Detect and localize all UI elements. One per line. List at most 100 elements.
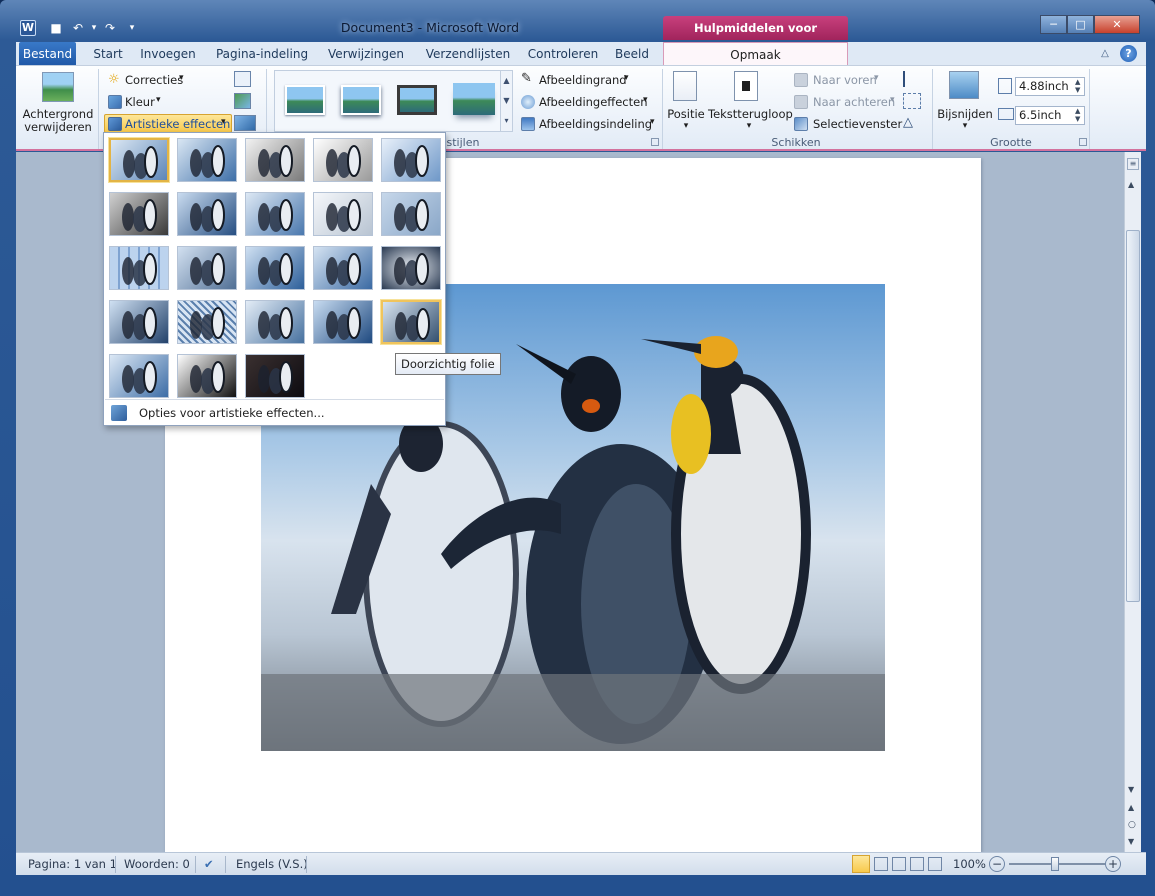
save-icon[interactable]: ■ (48, 20, 64, 36)
minimize-button[interactable]: ─ (1040, 15, 1067, 34)
chevron-down-icon[interactable]: ▼ (501, 91, 512, 111)
scroll-up-icon[interactable]: ▲ (1128, 180, 1134, 189)
vertical-scrollbar[interactable]: ≡ ▲ ▼ ▲ ○ ▼ (1124, 152, 1141, 852)
help-icon[interactable]: ? (1120, 45, 1137, 62)
previous-page-icon[interactable]: ▲ (1128, 803, 1134, 812)
artistic-effect-thumb[interactable] (109, 300, 169, 344)
picture-style-thumb[interactable] (285, 85, 325, 115)
web-layout-view-icon[interactable] (892, 857, 906, 871)
artistic-effect-thumb[interactable] (381, 246, 441, 290)
group-icon[interactable] (903, 93, 921, 109)
zoom-out-button[interactable]: − (989, 856, 1005, 872)
artistic-effect-thumb[interactable] (109, 192, 169, 236)
color-button[interactable]: Kleur ▾ (106, 93, 181, 111)
zoom-in-button[interactable]: + (1105, 856, 1121, 872)
text-wrap-button[interactable]: Tekstterugloop ▾ (708, 69, 793, 133)
tab-beeld[interactable]: Beeld (612, 42, 652, 66)
customize-qat-icon[interactable]: ▾ (124, 20, 140, 36)
next-page-icon[interactable]: ▼ (1128, 837, 1134, 846)
position-icon (673, 71, 697, 101)
tab-verzendlijsten[interactable]: Verzendlijsten (420, 42, 516, 66)
artistic-effects-options[interactable]: Opties voor artistieke effecten... (105, 402, 444, 424)
scroll-down-icon[interactable]: ▼ (1128, 785, 1134, 794)
send-backward-button[interactable]: Naar achteren ▾ (794, 93, 919, 111)
corrections-button[interactable]: ☼ Correcties ▾ (106, 71, 201, 89)
artistic-effect-thumb[interactable] (109, 246, 169, 290)
artistic-effect-thumb[interactable] (245, 354, 305, 398)
more-icon[interactable]: ▾ (501, 111, 512, 131)
maximize-button[interactable]: □ (1067, 15, 1094, 34)
artistic-effect-thumb[interactable] (381, 138, 441, 182)
undo-icon[interactable]: ↶ (70, 20, 86, 36)
print-layout-view-icon[interactable] (852, 855, 870, 873)
text-wrap-icon (734, 71, 758, 101)
redo-icon[interactable]: ↷ (102, 20, 118, 36)
rotate-icon[interactable]: △ (903, 115, 923, 131)
remove-background-button[interactable]: Achtergrond verwijderen (20, 70, 96, 134)
word-count[interactable]: Woorden: 0 (124, 857, 190, 871)
browse-object-icon[interactable]: ○ (1128, 820, 1136, 830)
undo-dropdown-icon[interactable]: ▾ (86, 20, 102, 36)
picture-effects-button[interactable]: Afbeeldingeffecten ▾ (519, 93, 659, 111)
ruler-toggle-icon[interactable]: ≡ (1127, 158, 1139, 170)
selection-pane-button[interactable]: Selectievenster (794, 115, 902, 133)
picture-style-thumb[interactable] (341, 85, 381, 115)
outline-view-icon[interactable] (910, 857, 924, 871)
artistic-effect-thumb[interactable] (313, 192, 373, 236)
crop-button[interactable]: Bijsnijden ▾ (936, 69, 994, 133)
width-spinner-icon[interactable]: ▲ ▼ (1075, 107, 1084, 123)
zoom-slider-thumb[interactable] (1051, 857, 1059, 871)
artistic-effect-thumb[interactable] (381, 192, 441, 236)
picture-style-thumb[interactable] (397, 85, 437, 115)
artistic-effect-thumb[interactable] (245, 138, 305, 182)
artistic-effect-thumb[interactable] (381, 300, 441, 344)
artistic-effect-thumb[interactable] (177, 354, 237, 398)
artistic-effect-thumb[interactable] (177, 192, 237, 236)
proofing-icon[interactable]: ✔ (204, 857, 214, 871)
chevron-up-icon[interactable]: ▲ (501, 71, 512, 91)
artistic-effect-thumb[interactable] (313, 246, 373, 290)
minimize-ribbon-icon[interactable]: △ (1098, 47, 1112, 61)
tab-bestand[interactable]: Bestand (19, 42, 76, 66)
tab-start[interactable]: Start (86, 42, 130, 66)
artistic-effect-thumb[interactable] (177, 246, 237, 290)
tab-controleren[interactable]: Controleren (524, 42, 602, 66)
artistic-effect-thumb[interactable] (245, 192, 305, 236)
reset-picture-icon[interactable] (234, 115, 256, 131)
picture-style-thumb[interactable] (453, 83, 495, 115)
height-spinner-icon[interactable]: ▲ ▼ (1075, 78, 1084, 94)
dialog-launcher-icon[interactable] (651, 138, 659, 146)
artistic-effect-thumb[interactable] (245, 246, 305, 290)
bring-forward-button[interactable]: Naar voren ▾ (794, 71, 899, 89)
artistic-effect-thumb[interactable] (313, 300, 373, 344)
tab-verwijzingen[interactable]: Verwijzingen (324, 42, 408, 66)
chevron-down-icon: ▾ (874, 73, 879, 83)
artistic-effect-thumb[interactable] (245, 300, 305, 344)
close-button[interactable]: ✕ (1094, 15, 1140, 34)
align-icon[interactable] (903, 71, 925, 87)
zoom-level[interactable]: 100% (953, 857, 986, 871)
compress-pictures-icon[interactable] (234, 71, 251, 87)
tab-opmaak[interactable]: Opmaak (663, 42, 848, 67)
language-status[interactable]: Engels (V.S.) (236, 857, 308, 871)
picture-layout-button[interactable]: Afbeeldingsindeling ▾ (519, 115, 659, 133)
artistic-effect-thumb[interactable] (109, 138, 169, 182)
word-logo-icon[interactable]: W (20, 20, 36, 36)
picture-border-button[interactable]: ✎ Afbeeldingrand ▾ (519, 71, 659, 89)
artistic-effects-button[interactable]: Artistieke effecten ▾ (104, 114, 232, 133)
scroll-thumb[interactable] (1126, 230, 1140, 602)
artistic-effect-thumb[interactable] (177, 300, 237, 344)
full-screen-reading-view-icon[interactable] (874, 857, 888, 871)
page-count[interactable]: Pagina: 1 van 1 (28, 857, 117, 871)
artistic-effect-thumb[interactable] (109, 354, 169, 398)
tab-pagina-indeling[interactable]: Pagina-indeling (214, 42, 310, 66)
draft-view-icon[interactable] (928, 857, 942, 871)
dialog-launcher-icon[interactable] (1079, 138, 1087, 146)
gallery-scroll[interactable]: ▲ ▼ ▾ (500, 70, 513, 132)
artistic-effect-thumb[interactable] (177, 138, 237, 182)
tab-invoegen[interactable]: Invoegen (138, 42, 198, 66)
artistic-effect-thumb[interactable] (313, 138, 373, 182)
chevron-down-icon: ▾ (221, 117, 226, 127)
change-picture-icon[interactable] (234, 93, 251, 109)
position-button[interactable]: Positie ▾ (666, 69, 706, 133)
